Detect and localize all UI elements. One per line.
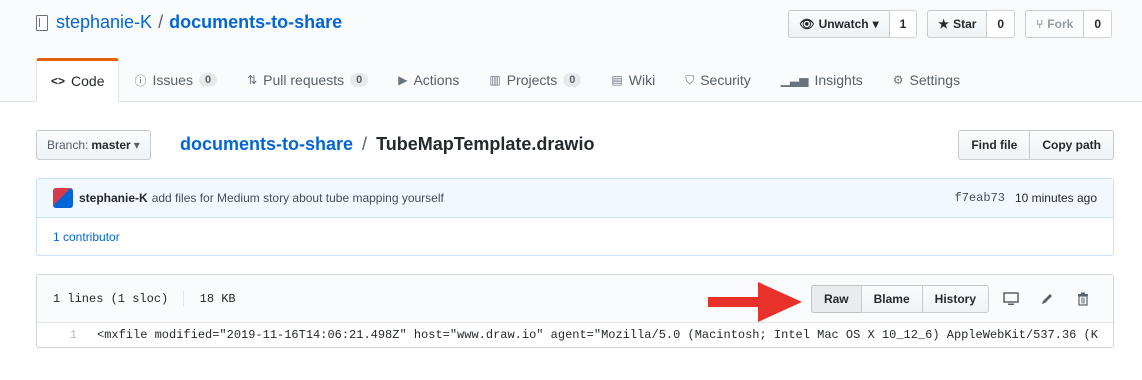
code-line: 1 <mxfile modified="2019-11-16T14:06:21.… [37, 323, 1113, 347]
repo-actions: 👁 Unwatch ▾ 1 ★ Star 0 ⑂ Fork 0 [788, 10, 1112, 38]
repo-tabs: <> Code ⓘ Issues 0 ⇅ Pull requests 0 ▶ A… [36, 58, 975, 102]
copy-path-button[interactable]: Copy path [1030, 130, 1114, 160]
pull-requests-counter: 0 [350, 73, 369, 87]
star-button[interactable]: ★ Star [927, 10, 988, 38]
commit-meta: f7eab73 10 minutes ago [955, 191, 1097, 205]
chevron-down-icon: ▾ [872, 17, 879, 31]
tab-insights[interactable]: ▁▃▅ Insights [766, 58, 878, 102]
latest-commit: stephanie-K add files for Medium story a… [37, 179, 1113, 218]
fork-button[interactable]: ⑂ Fork [1025, 10, 1085, 38]
trash-icon[interactable] [1069, 285, 1097, 313]
tab-label: Projects [506, 72, 558, 88]
gear-icon: ⚙ [892, 73, 904, 87]
fork-icon: ⑂ [1036, 17, 1044, 31]
repo-owner-link[interactable]: stephanie-K [56, 12, 152, 33]
watch-group: 👁 Unwatch ▾ 1 [788, 10, 918, 38]
project-icon: ▥ [489, 73, 501, 87]
issue-icon: ⓘ [134, 73, 147, 88]
star-label: Star [953, 17, 977, 31]
repo-icon [36, 14, 48, 31]
tab-settings[interactable]: ⚙ Settings [878, 58, 975, 102]
commit-time: 10 minutes ago [1014, 191, 1097, 205]
issues-counter: 0 [198, 73, 218, 87]
blame-button[interactable]: Blame [860, 285, 923, 313]
branch-prefix: Branch: [47, 138, 89, 152]
breadcrumb: documents-to-share / TubeMapTemplate.dra… [180, 134, 594, 155]
tab-projects[interactable]: ▥ Projects 0 [474, 58, 596, 102]
file-info: 1 lines (1 sloc) 18 KB [53, 290, 236, 307]
file-size: 18 KB [199, 291, 236, 306]
star-group: ★ Star 0 [927, 10, 1016, 38]
tab-actions[interactable]: ▶ Actions [383, 58, 474, 102]
branch-name: master [91, 138, 131, 152]
tab-label: Pull requests [263, 72, 345, 88]
tab-label: Wiki [628, 72, 656, 88]
eye-icon: 👁 [799, 17, 815, 31]
fork-group: ⑂ Fork 0 [1025, 10, 1112, 38]
tab-label: Code [71, 73, 105, 89]
watch-count[interactable]: 1 [889, 10, 918, 38]
file-box: 1 lines (1 sloc) 18 KB Raw Blame History… [36, 274, 1114, 348]
star-count[interactable]: 0 [987, 10, 1016, 38]
pencil-icon[interactable] [1033, 285, 1061, 313]
repo-name-link[interactable]: documents-to-share [169, 12, 342, 33]
desktop-icon[interactable] [997, 285, 1025, 313]
path-buttons: Find file Copy path [958, 130, 1114, 160]
contributors-link[interactable]: 1 contributor [37, 218, 1113, 255]
code-content: <mxfile modified="2019-11-16T14:06:21.49… [97, 328, 1098, 342]
avatar[interactable] [53, 188, 73, 208]
tab-label: Insights [814, 72, 863, 88]
code-icon: <> [51, 74, 66, 88]
raw-button[interactable]: Raw [810, 285, 862, 313]
commit-message-link[interactable]: add files for Medium story about tube ma… [152, 191, 444, 205]
tab-security[interactable]: ⛉ Security [670, 58, 766, 102]
commit-author-link[interactable]: stephanie-K [79, 191, 148, 205]
play-icon: ▶ [398, 73, 408, 87]
repo-title: stephanie-K / documents-to-share [36, 12, 342, 33]
file-actions: Raw Blame History [810, 285, 1097, 313]
file-line-count: 1 lines (1 sloc) [53, 291, 169, 306]
fork-count[interactable]: 0 [1084, 10, 1112, 38]
shield-icon: ⛉ [685, 72, 695, 87]
breadcrumb-repo-link[interactable]: documents-to-share [180, 134, 353, 154]
red-arrow-annotation [708, 282, 802, 322]
graph-icon: ▁▃▅ [780, 73, 809, 87]
star-icon: ★ [938, 17, 950, 31]
unwatch-label: Unwatch [818, 17, 869, 31]
tab-label: Security [700, 72, 751, 88]
tab-label: Settings [909, 72, 961, 88]
breadcrumb-separator: / [362, 134, 368, 154]
repo-title-separator: / [158, 12, 164, 32]
find-file-button[interactable]: Find file [958, 130, 1031, 160]
line-number[interactable]: 1 [37, 328, 87, 342]
tab-wiki[interactable]: ▤ Wiki [596, 58, 670, 102]
tab-label: Actions [413, 72, 460, 88]
fork-label: Fork [1047, 17, 1074, 31]
history-button[interactable]: History [921, 285, 989, 313]
file-header: 1 lines (1 sloc) 18 KB Raw Blame History [37, 275, 1113, 323]
commit-tease: stephanie-K add files for Medium story a… [36, 178, 1114, 256]
unwatch-button[interactable]: 👁 Unwatch ▾ [788, 10, 890, 38]
commit-sha-link[interactable]: f7eab73 [955, 191, 1005, 205]
pull-request-icon: ⇅ [247, 73, 258, 87]
tab-code[interactable]: <> Code [36, 58, 120, 102]
tab-issues[interactable]: ⓘ Issues 0 [119, 58, 232, 102]
branch-select-button[interactable]: Branch: master ▾ [36, 130, 151, 160]
tab-pull-requests[interactable]: ⇅ Pull requests 0 [232, 58, 383, 102]
breadcrumb-file-name: TubeMapTemplate.drawio [376, 134, 595, 154]
file-info-divider [183, 290, 185, 307]
tab-label: Issues [152, 72, 193, 88]
chevron-down-icon: ▾ [133, 138, 140, 152]
projects-counter: 0 [563, 73, 582, 87]
file-navigation: Branch: master ▾ documents-to-share / Tu… [36, 130, 1114, 160]
book-icon: ▤ [611, 73, 623, 87]
repo-header: stephanie-K / documents-to-share 👁 Unwat… [0, 0, 1142, 102]
